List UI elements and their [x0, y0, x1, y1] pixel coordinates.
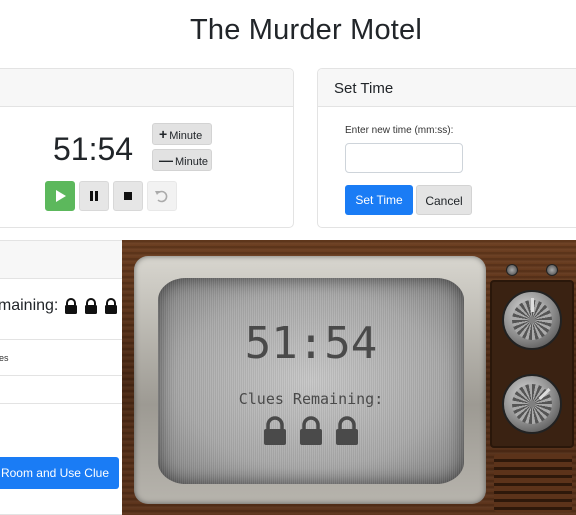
add-minute-label: Minute — [169, 130, 203, 142]
tv-clues-label: Clues Remaining: — [238, 390, 384, 408]
timer-card-header — [0, 69, 293, 107]
stop-button[interactable] — [113, 181, 143, 211]
use-clue-button[interactable]: Room and Use Clue — [0, 457, 119, 489]
lock-icon — [105, 298, 118, 314]
page-title: The Murder Motel — [189, 14, 423, 46]
pause-icon — [90, 191, 98, 201]
divider — [0, 375, 135, 376]
lock-icon — [85, 298, 98, 314]
speaker-grille — [494, 454, 572, 512]
reset-button[interactable] — [147, 181, 177, 211]
subtract-minute-button[interactable]: — Minute — [152, 149, 212, 171]
lock-icon — [336, 416, 358, 445]
set-time-field-label: Enter new time (mm:ss): — [345, 125, 454, 136]
clue-list-item: es — [0, 353, 9, 363]
divider — [0, 403, 135, 404]
tv-screen: 51:54 Clues Remaining: — [158, 278, 464, 484]
tv-lock-icons — [158, 416, 464, 446]
set-time-button[interactable]: Set Time — [345, 185, 413, 215]
stop-icon — [124, 192, 132, 200]
subtract-minute-label: Minute — [175, 156, 209, 168]
plus-icon: + — [159, 126, 168, 142]
clues-card-header — [0, 241, 135, 279]
divider — [0, 339, 135, 340]
timer-display: 51:54 — [53, 131, 134, 167]
retro-tv-display: 51:54 Clues Remaining: — [122, 240, 576, 515]
pause-button[interactable] — [79, 181, 109, 211]
clues-card: emaining: es Room and Use Clue — [0, 240, 136, 515]
play-icon — [56, 190, 66, 202]
set-time-header: Set Time — [318, 69, 576, 107]
clues-remaining-row: emaining: — [0, 297, 118, 315]
small-knob-icon — [506, 264, 518, 276]
volume-knob-icon — [502, 374, 562, 434]
tv-knob-panel — [490, 280, 574, 448]
tv-timer-display: 51:54 — [244, 318, 378, 369]
small-knob-icon — [546, 264, 558, 276]
set-time-card: Set Time Enter new time (mm:ss): Set Tim… — [317, 68, 576, 228]
minus-icon: — — [159, 152, 173, 168]
undo-icon — [155, 190, 168, 203]
add-minute-button[interactable]: + Minute — [152, 123, 212, 145]
lock-icon — [65, 298, 78, 314]
tv-bezel: 51:54 Clues Remaining: — [134, 256, 486, 504]
timer-card: 51:54 + Minute — Minute — [0, 68, 294, 228]
lock-icon — [300, 416, 322, 445]
channel-knob-icon — [502, 290, 562, 350]
cancel-button[interactable]: Cancel — [416, 185, 472, 215]
set-time-input[interactable] — [345, 143, 463, 173]
clues-remaining-label: emaining: — [0, 297, 59, 314]
play-button[interactable] — [45, 181, 75, 211]
tv-control-panel — [490, 256, 574, 515]
lock-icon — [264, 416, 286, 445]
